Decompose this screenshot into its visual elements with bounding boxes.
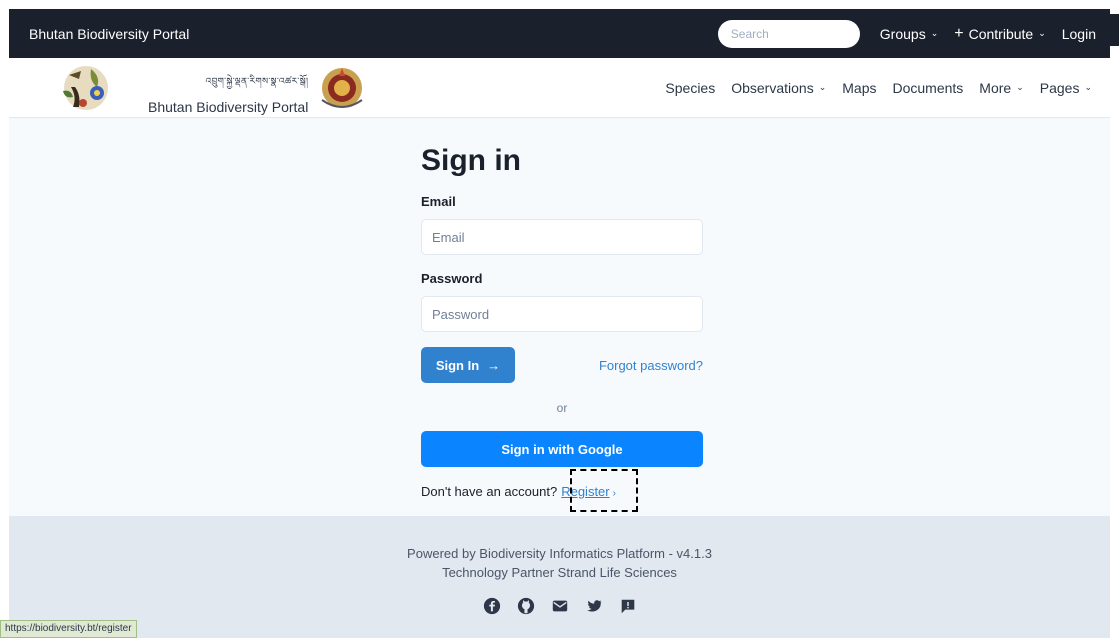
- nav-documents[interactable]: Documents: [892, 80, 963, 96]
- main-nav: Species Observations ⌄ Maps Documents Mor…: [657, 80, 1100, 96]
- forgot-password-link[interactable]: Forgot password?: [599, 358, 703, 373]
- sign-in-button[interactable]: Sign In →: [421, 347, 515, 383]
- password-label: Password: [421, 271, 483, 286]
- nav-observations-label: Observations: [731, 79, 814, 96]
- nav-documents-label: Documents: [892, 79, 964, 96]
- top-bar-actions: Search Groups ⌄ + Contribute ⌄ Login: [717, 9, 1110, 58]
- sign-in-row: Sign In → Forgot password?: [421, 347, 703, 383]
- search-input[interactable]: Search: [717, 19, 860, 48]
- chevron-down-icon: ⌄: [1038, 28, 1046, 38]
- chevron-down-icon: ⌄: [818, 82, 827, 92]
- portal-title[interactable]: འབྲུག་སྐྱེ་ལྡན་རིགས་སྣ་འཚར་སྒོ། Bhutan B…: [148, 72, 308, 115]
- footer: Powered by Biodiversity Informatics Plat…: [9, 516, 1110, 638]
- mail-icon[interactable]: [550, 596, 570, 616]
- nav-pages[interactable]: Pages ⌄: [1040, 80, 1092, 96]
- bhutan-emblem-icon: [321, 68, 363, 108]
- password-field[interactable]: Password: [421, 296, 703, 332]
- nav-observations[interactable]: Observations ⌄: [731, 80, 826, 96]
- sign-in-form: Sign in Email Email Password Password Si…: [421, 144, 703, 499]
- twitter-icon[interactable]: [584, 596, 604, 616]
- feedback-icon[interactable]: [618, 596, 638, 616]
- scrollbar[interactable]: [1110, 14, 1119, 46]
- email-label: Email: [421, 194, 456, 209]
- nav-species-label: Species: [665, 79, 716, 96]
- no-account-text: Don't have an account?: [421, 484, 558, 499]
- tibetan-title: འབྲུག་སྐྱེ་ལྡན་རིགས་སྣ་འཚར་སྒོ།: [205, 77, 309, 87]
- chevron-down-icon: ⌄: [1084, 82, 1092, 92]
- social-links: [9, 596, 1110, 616]
- page-title: Sign in: [421, 144, 521, 177]
- technology-partner-text: Technology Partner Strand Life Sciences: [442, 565, 677, 580]
- portal-name: Bhutan Biodiversity Portal: [148, 99, 309, 115]
- nav-maps-label: Maps: [842, 79, 877, 96]
- contribute-menu[interactable]: + Contribute ⌄: [954, 25, 1045, 43]
- portal-logo[interactable]: [51, 63, 121, 113]
- contribute-label: Contribute: [968, 25, 1034, 42]
- nav-species[interactable]: Species: [665, 80, 715, 96]
- sign-in-label: Sign In: [435, 357, 480, 373]
- chevron-down-icon: ⌄: [930, 28, 939, 38]
- github-icon[interactable]: [516, 596, 536, 616]
- register-row: Don't have an account? Register ›: [421, 484, 703, 499]
- login-link[interactable]: Login: [1062, 26, 1096, 42]
- powered-by-text: Powered by Biodiversity Informatics Plat…: [407, 546, 712, 561]
- status-bar-url: https://biodiversity.bt/register: [0, 620, 137, 638]
- main-navbar: འབྲུག་སྐྱེ་ལྡན་རིགས་སྣ་འཚར་སྒོ། Bhutan B…: [9, 58, 1110, 118]
- plus-icon: +: [954, 24, 964, 42]
- groups-label: Groups: [879, 25, 926, 42]
- email-field[interactable]: Email: [421, 219, 703, 255]
- main-content: Sign in Email Email Password Password Si…: [9, 118, 1110, 516]
- top-bar: Bhutan Biodiversity Portal Search Groups…: [9, 9, 1110, 58]
- google-sign-in-button[interactable]: Sign in with Google: [421, 431, 703, 467]
- or-divider: or: [556, 401, 568, 415]
- chevron-down-icon: ⌄: [1016, 82, 1024, 92]
- arrow-right-icon: →: [487, 357, 501, 373]
- facebook-icon[interactable]: [482, 596, 502, 616]
- nav-more-label: More: [979, 79, 1012, 96]
- focus-highlight: [570, 469, 638, 512]
- brand-link[interactable]: Bhutan Biodiversity Portal: [29, 26, 189, 42]
- nav-more[interactable]: More ⌄: [979, 80, 1023, 96]
- groups-menu[interactable]: Groups ⌄: [880, 26, 938, 42]
- nav-pages-label: Pages: [1039, 79, 1080, 96]
- nav-maps[interactable]: Maps: [842, 80, 876, 96]
